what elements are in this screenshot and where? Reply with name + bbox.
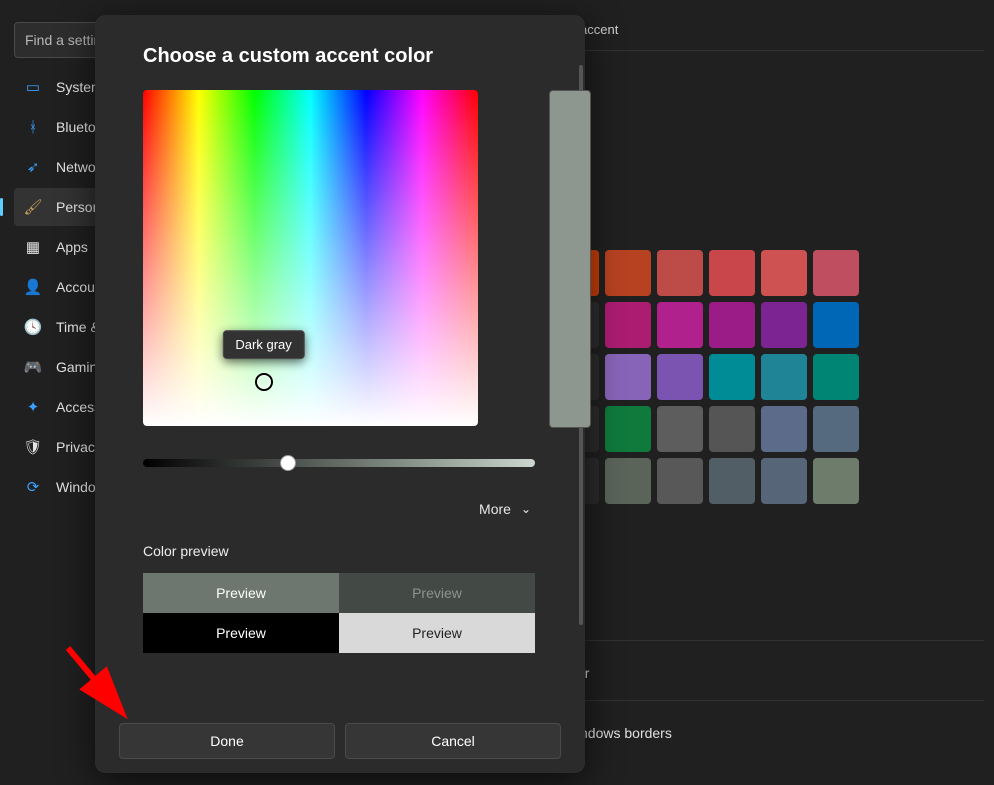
done-label: Done bbox=[210, 733, 243, 749]
color-picker-canvas[interactable]: Dark gray bbox=[143, 90, 478, 426]
palette-swatch[interactable] bbox=[709, 406, 755, 452]
palette-swatch[interactable] bbox=[605, 250, 651, 296]
grid-icon: ▦ bbox=[24, 238, 42, 256]
cancel-label: Cancel bbox=[431, 733, 475, 749]
value-slider-thumb[interactable] bbox=[280, 455, 296, 471]
gamepad-icon: 🎮 bbox=[24, 358, 42, 376]
preview-cell-light-accent: Preview bbox=[143, 573, 339, 613]
current-color-preview bbox=[549, 90, 591, 428]
picker-cursor[interactable] bbox=[255, 373, 273, 391]
palette-swatch[interactable] bbox=[709, 250, 755, 296]
more-label: More bbox=[479, 501, 511, 517]
value-slider[interactable] bbox=[143, 459, 535, 467]
palette-swatch[interactable] bbox=[813, 302, 859, 348]
preview-cell-dark-accent: Preview bbox=[339, 573, 535, 613]
clock-icon: 🕓 bbox=[24, 318, 42, 336]
color-picker-dialog: Choose a custom accent color Dark gray M… bbox=[95, 15, 585, 773]
palette-swatch[interactable] bbox=[761, 302, 807, 348]
color-preview-header: Color preview bbox=[143, 543, 537, 559]
palette-swatch[interactable] bbox=[813, 250, 859, 296]
chevron-down-icon: ⌄ bbox=[521, 502, 531, 516]
palette-swatch[interactable] bbox=[605, 354, 651, 400]
palette-swatch[interactable] bbox=[709, 354, 755, 400]
palette-swatch[interactable] bbox=[761, 354, 807, 400]
palette-swatch[interactable] bbox=[657, 354, 703, 400]
color-tooltip: Dark gray bbox=[222, 330, 304, 359]
palette-swatch[interactable] bbox=[605, 302, 651, 348]
more-toggle[interactable]: More ⌄ bbox=[143, 501, 537, 517]
palette-swatch[interactable] bbox=[657, 302, 703, 348]
palette-swatch[interactable] bbox=[605, 406, 651, 452]
dialog-title: Choose a custom accent color bbox=[143, 45, 537, 68]
tooltip-label: Dark gray bbox=[235, 337, 291, 352]
dialog-buttons: Done Cancel bbox=[95, 723, 585, 759]
palette-swatch[interactable] bbox=[761, 458, 807, 504]
palette-swatch[interactable] bbox=[813, 354, 859, 400]
preview-cell-black: Preview bbox=[143, 613, 339, 653]
sidebar-item-label: Apps bbox=[56, 239, 88, 255]
palette-swatch[interactable] bbox=[813, 458, 859, 504]
palette-swatch[interactable] bbox=[657, 250, 703, 296]
palette-swatch[interactable] bbox=[761, 406, 807, 452]
accessibility-icon: ✦ bbox=[24, 398, 42, 416]
cancel-button[interactable]: Cancel bbox=[345, 723, 561, 759]
brush-icon: 🖌 bbox=[24, 198, 42, 216]
bluetooth-icon: ᚼ bbox=[24, 118, 42, 136]
person-icon: 👤 bbox=[24, 278, 42, 296]
shield-icon: 🛡 bbox=[24, 438, 42, 456]
palette-swatch[interactable] bbox=[657, 458, 703, 504]
monitor-icon: ▭ bbox=[24, 78, 42, 96]
update-icon: ⟳ bbox=[24, 478, 42, 496]
palette-swatch[interactable] bbox=[657, 406, 703, 452]
preview-cell-white: Preview bbox=[339, 613, 535, 653]
wifi-icon: ➶ bbox=[24, 158, 42, 176]
palette-swatch[interactable] bbox=[709, 302, 755, 348]
done-button[interactable]: Done bbox=[119, 723, 335, 759]
accent-hint: accent bbox=[580, 22, 618, 37]
color-preview-grid: Preview Preview Preview Preview bbox=[143, 573, 535, 653]
palette-swatch[interactable] bbox=[813, 406, 859, 452]
palette-swatch[interactable] bbox=[761, 250, 807, 296]
palette-swatch[interactable] bbox=[709, 458, 755, 504]
palette-swatch[interactable] bbox=[605, 458, 651, 504]
